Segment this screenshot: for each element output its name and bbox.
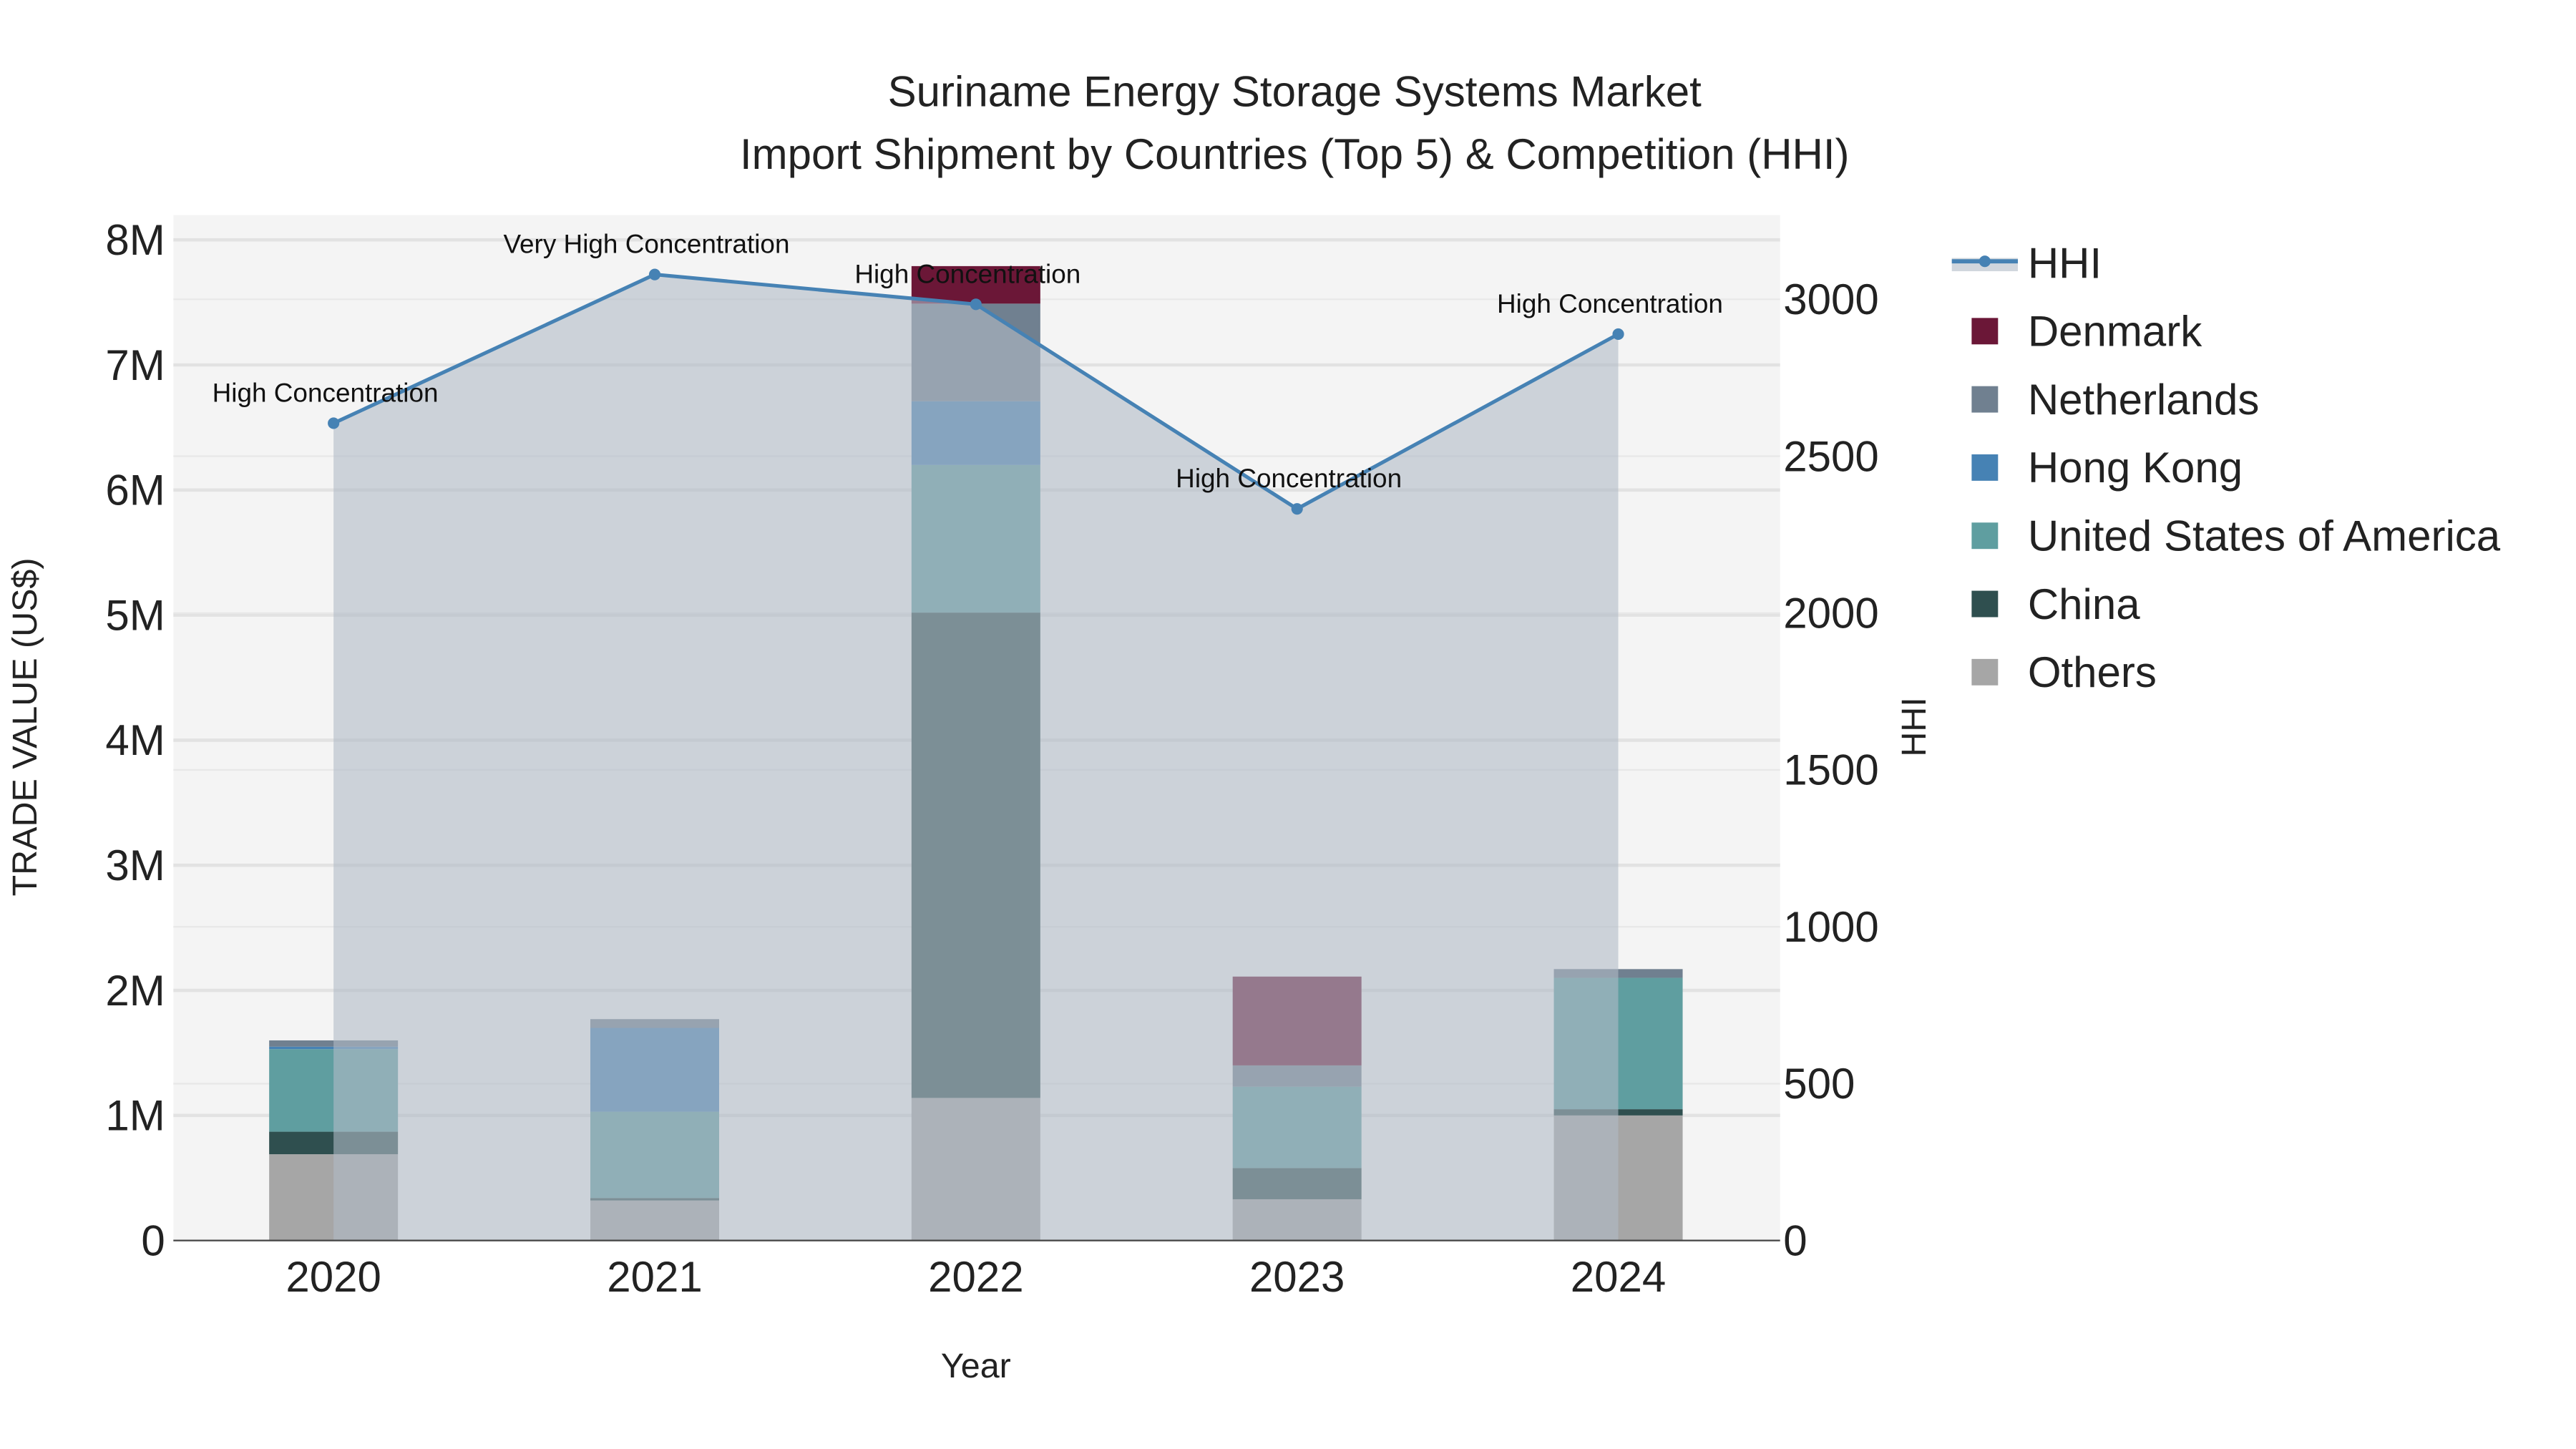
legend-hhi-marker: [1979, 255, 1991, 268]
hhi-point-2021: [648, 268, 661, 280]
legend-swatch-hong-kong: [1971, 454, 1999, 481]
legend-label: Hong Kong: [2028, 444, 2243, 492]
hhi-point-2020: [328, 417, 340, 429]
legend-swatch-others: [1971, 658, 1999, 686]
y2-axis-ticks: 0 500 1000 1500 2000 2500 3000: [1783, 275, 1878, 1264]
y-tick-label: 6M: [105, 467, 165, 514]
legend-label: United States of America: [2028, 512, 2501, 560]
y2-tick-label: 0: [1783, 1216, 1807, 1264]
y2-tick-label: 2500: [1783, 432, 1878, 480]
hhi-point-2023: [1291, 503, 1303, 515]
chart-subtitle: Import Shipment by Countries (Top 5) & C…: [740, 130, 1850, 178]
y2-tick-label: 500: [1783, 1060, 1855, 1108]
y2-tick-label: 2000: [1783, 590, 1878, 638]
x-tick-label: 2021: [607, 1253, 702, 1301]
y2-axis-label: HHI: [1895, 697, 1933, 756]
x-tick-label: 2020: [286, 1253, 381, 1301]
legend-swatch-china: [1971, 590, 1999, 618]
hhi-annotation: High Concentration: [1176, 464, 1402, 493]
legend-label: Netherlands: [2028, 376, 2260, 424]
x-tick-label: 2022: [928, 1253, 1023, 1301]
legend: HHI Denmark Netherlands Hong Kong United Sta…: [1951, 239, 2501, 696]
y-tick-label: 5M: [105, 591, 165, 639]
x-axis-ticks: 2020 2021 2022 2023 2024: [286, 1253, 1666, 1301]
x-axis-label: Year: [941, 1347, 1011, 1385]
y-tick-label: 1M: [105, 1092, 165, 1140]
y-tick-label: 2M: [105, 967, 165, 1015]
y2-tick-label: 1500: [1783, 746, 1878, 794]
y-tick-label: 0: [141, 1216, 165, 1264]
legend-swatch-denmark: [1971, 318, 1999, 345]
y-tick-label: 8M: [105, 216, 165, 264]
legend-swatch-united-states-of-america: [1971, 522, 1999, 550]
chart-title: Suriname Energy Storage Systems Market: [888, 67, 1702, 115]
y2-tick-label: 1000: [1783, 903, 1878, 951]
y-tick-label: 3M: [105, 841, 165, 889]
hhi-point-2022: [970, 298, 982, 311]
hhi-point-2024: [1612, 328, 1624, 341]
hhi-annotation: Very High Concentration: [503, 230, 789, 259]
hhi-annotation: High Concentration: [1497, 289, 1723, 318]
y-axis-ticks: 0 1M 2M 3M 4M 5M 6M 7M 8M: [105, 216, 165, 1264]
chart: High Concentration Very High Concentratio…: [6, 67, 2501, 1385]
y-tick-label: 4M: [105, 716, 165, 764]
x-tick-label: 2023: [1249, 1253, 1345, 1301]
y-axis-label: TRADE VALUE (US$): [6, 557, 44, 896]
x-tick-label: 2024: [1571, 1253, 1666, 1301]
hhi-annotation: High Concentration: [213, 378, 439, 407]
legend-label: Denmark: [2028, 308, 2202, 356]
legend-label: Others: [2028, 648, 2157, 696]
legend-label: HHI: [2028, 239, 2102, 287]
y2-tick-label: 3000: [1783, 275, 1878, 323]
legend-label: China: [2028, 580, 2140, 628]
hhi-annotation: High Concentration: [854, 259, 1080, 288]
y-tick-label: 7M: [105, 341, 165, 389]
legend-swatch-netherlands: [1971, 386, 1999, 413]
